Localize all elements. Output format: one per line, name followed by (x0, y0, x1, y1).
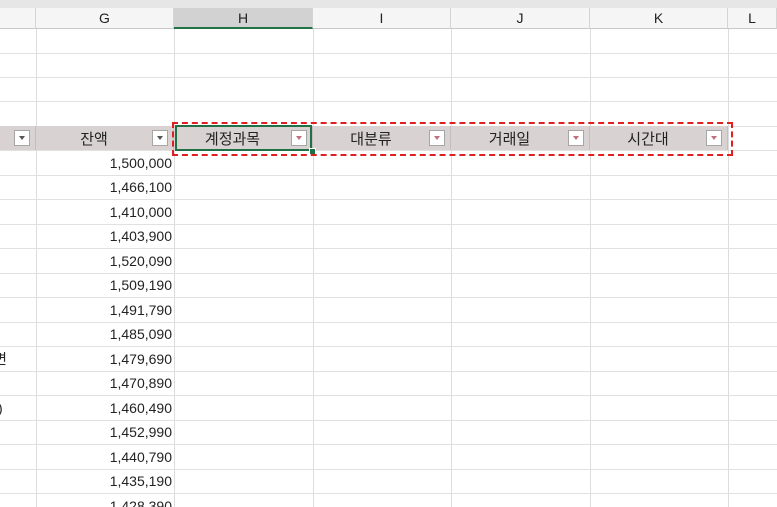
header-cell-date[interactable]: 거래일 (451, 126, 590, 150)
grid-line (0, 77, 777, 78)
header-label-balance: 잔액 (80, 130, 108, 148)
filter-dropdown-icon[interactable] (706, 130, 722, 146)
grid-line (0, 101, 777, 102)
balance-cell[interactable]: 1,491,790 (36, 298, 172, 322)
balance-cell[interactable]: 1,500,000 (36, 151, 172, 175)
balance-cell[interactable]: 1,403,900 (36, 224, 172, 248)
balance-cell[interactable]: 1,440,790 (36, 445, 172, 469)
balance-cell[interactable]: 1,435,190 (36, 469, 172, 493)
header-label-date: 거래일 (488, 130, 531, 148)
filter-dropdown-icon[interactable] (152, 130, 168, 146)
header-label-category: 대분류 (350, 130, 392, 148)
header-cell-time-slot[interactable]: 시간대 (590, 126, 728, 150)
ribbon-edge (0, 0, 777, 8)
column-header-l[interactable]: L (728, 8, 777, 29)
header-cell-balance[interactable]: 잔액 (36, 126, 174, 150)
balance-cell[interactable]: 1,410,000 (36, 200, 172, 224)
column-header-i[interactable]: I (313, 8, 451, 29)
balance-cell[interactable]: 1,479,690 (36, 347, 172, 371)
balance-cell[interactable]: 1,470,890 (36, 371, 172, 395)
spreadsheet: G H I J K L 잔액 계정과목 대분류 거래일 시간대 1,500,00… (0, 0, 777, 507)
filter-dropdown-icon[interactable] (429, 130, 445, 146)
column-header-h[interactable]: H (174, 8, 313, 29)
partial-cell-text: ) (0, 396, 18, 420)
balance-cell[interactable]: 1,452,990 (36, 420, 172, 444)
active-cell-selection (175, 125, 312, 151)
column-header-k[interactable]: K (590, 8, 728, 29)
fill-handle[interactable] (309, 148, 316, 155)
header-label-time-slot: 시간대 (627, 130, 669, 148)
column-header-partial[interactable] (0, 8, 36, 29)
partial-cell-text: 변 (0, 351, 7, 367)
filter-dropdown-icon[interactable] (14, 130, 30, 146)
balance-cell[interactable]: 1,509,190 (36, 273, 172, 297)
filter-dropdown-icon[interactable] (568, 130, 584, 146)
balance-cell[interactable]: 1,485,090 (36, 322, 172, 346)
balance-cell[interactable]: 1,520,090 (36, 249, 172, 273)
column-header-j[interactable]: J (451, 8, 590, 29)
balance-cell[interactable]: 1,428,390 (36, 494, 172, 507)
header-cell-partial[interactable] (0, 126, 36, 150)
header-cell-category[interactable]: 대분류 (313, 126, 451, 150)
column-header-g[interactable]: G (36, 8, 174, 29)
grid-line (0, 53, 777, 54)
balance-cell[interactable]: 1,466,100 (36, 175, 172, 199)
balance-cell[interactable]: 1,460,490 (36, 396, 172, 420)
